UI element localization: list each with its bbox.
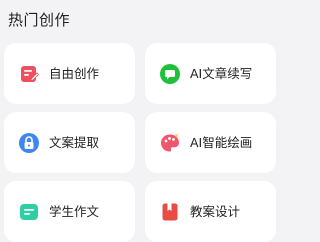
card-label: 教案设计	[190, 203, 241, 219]
card-label: AI文章续写	[190, 65, 253, 81]
pencil-note-icon	[18, 63, 40, 85]
lock-icon	[18, 132, 40, 154]
card-free-writing[interactable]: 自由创作	[4, 43, 135, 104]
card-ai-article-continue[interactable]: AI文章续写	[145, 43, 276, 104]
card-lesson-plan-design[interactable]: 教案设计	[145, 181, 276, 242]
chat-bubble-icon	[159, 63, 181, 85]
section-title: 热门创作	[8, 11, 71, 29]
card-student-essay[interactable]: 学生作文	[4, 181, 135, 242]
bookmark-book-icon	[159, 201, 181, 223]
card-label: 学生作文	[49, 203, 100, 219]
palette-icon	[159, 132, 181, 154]
card-ai-painting[interactable]: AI智能绘画	[145, 112, 276, 173]
card-label: AI智能绘画	[190, 134, 253, 150]
card-copy-extract[interactable]: 文案提取	[4, 112, 135, 173]
chat-lines-icon	[18, 201, 40, 223]
card-label: 自由创作	[49, 65, 100, 81]
card-label: 文案提取	[49, 134, 100, 150]
